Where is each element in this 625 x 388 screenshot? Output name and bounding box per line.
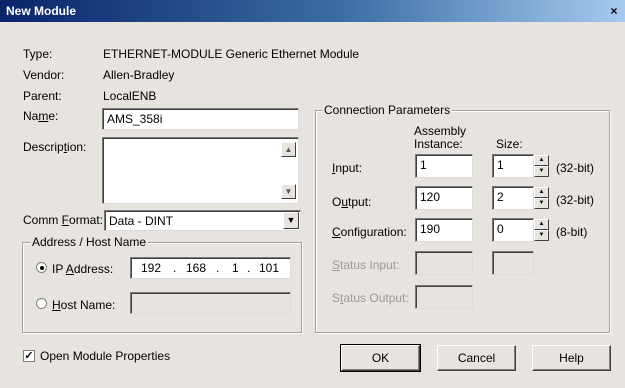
- status-input-label: Status Input:: [332, 258, 400, 272]
- ip-dot: .: [216, 261, 220, 275]
- input-size-down-icon[interactable]: ▼: [534, 166, 549, 177]
- input-size-unit: (32-bit): [556, 161, 595, 175]
- ip-octet-2: 168: [186, 261, 207, 275]
- description-label: Description:: [23, 140, 87, 154]
- connection-parameters-label: Connection Parameters: [322, 103, 453, 117]
- window-title: New Module: [6, 4, 77, 18]
- help-button[interactable]: Help: [532, 345, 611, 371]
- open-module-properties-checkbox[interactable]: ✓: [23, 350, 35, 362]
- output-size-field[interactable]: 2: [492, 186, 534, 210]
- chevron-down-icon[interactable]: ▼: [283, 212, 299, 229]
- ip-address-radio[interactable]: [36, 262, 47, 273]
- ip-octet-4: 101: [259, 261, 280, 275]
- host-name-radio[interactable]: [36, 298, 47, 309]
- ip-dot: .: [247, 261, 251, 275]
- parent-label: Parent:: [23, 89, 62, 103]
- close-icon[interactable]: ×: [605, 2, 623, 20]
- comm-format-label: Comm Format:: [23, 213, 104, 227]
- status-input-field[interactable]: [415, 251, 473, 275]
- size-header: Size:: [496, 137, 523, 151]
- input-label: Input:: [332, 161, 363, 175]
- configuration-size-unit: (8-bit): [556, 225, 588, 239]
- ip-address-input[interactable]: 192 . 168 . 1 . 101: [130, 257, 291, 279]
- description-textarea[interactable]: ▲ ▼: [102, 137, 299, 204]
- ip-octet-1: 192: [141, 261, 162, 275]
- input-instance-field[interactable]: 1: [415, 154, 473, 178]
- name-input[interactable]: AMS_358i: [102, 108, 299, 130]
- configuration-size-down-icon[interactable]: ▼: [534, 230, 549, 241]
- scroll-up-icon[interactable]: ▲: [281, 142, 296, 157]
- configuration-size-field[interactable]: 0: [492, 218, 534, 242]
- host-name-input[interactable]: [130, 292, 291, 314]
- vendor-value: Allen-Bradley: [103, 68, 175, 82]
- address-group: [22, 242, 302, 333]
- host-name-label: Host Name:: [52, 298, 116, 312]
- vendor-label: Vendor:: [23, 68, 65, 82]
- ip-octet-3: 1: [232, 261, 239, 275]
- status-output-label: Status Output:: [332, 291, 409, 305]
- scroll-down-icon[interactable]: ▼: [281, 184, 296, 199]
- output-label: Output:: [332, 195, 372, 209]
- assembly-header: Assembly: [414, 124, 467, 138]
- output-instance-field[interactable]: 120: [415, 186, 473, 210]
- title-bar: New Module ×: [0, 0, 625, 22]
- comm-format-select[interactable]: Data - DINT ▼: [104, 210, 301, 231]
- ok-button[interactable]: OK: [340, 344, 421, 372]
- type-value: ETHERNET-MODULE Generic Ethernet Module: [103, 47, 360, 61]
- type-label: Type:: [23, 47, 53, 61]
- input-size-field[interactable]: 1: [492, 154, 534, 178]
- configuration-label: Configuration:: [332, 225, 407, 239]
- open-module-properties-label: Open Module Properties: [40, 349, 171, 363]
- instance-header: Instance:: [414, 137, 463, 151]
- ip-address-label: IP Address:: [52, 262, 114, 276]
- new-module-dialog: New Module × Type: ETHERNET-MODULE Gener…: [0, 0, 625, 388]
- name-label: Name:: [23, 109, 59, 123]
- configuration-size-up-icon[interactable]: ▲: [534, 219, 549, 230]
- cancel-button[interactable]: Cancel: [437, 345, 516, 371]
- configuration-instance-field[interactable]: 190: [415, 218, 473, 242]
- input-size-up-icon[interactable]: ▲: [534, 155, 549, 166]
- ip-dot: .: [173, 261, 177, 275]
- address-group-label: Address / Host Name: [30, 235, 149, 249]
- status-output-field[interactable]: [415, 285, 473, 309]
- status-input-size-field[interactable]: [492, 251, 534, 275]
- output-size-up-icon[interactable]: ▲: [534, 187, 549, 198]
- parent-value: LocalENB: [103, 89, 157, 103]
- output-size-down-icon[interactable]: ▼: [534, 198, 549, 209]
- output-size-unit: (32-bit): [556, 193, 595, 207]
